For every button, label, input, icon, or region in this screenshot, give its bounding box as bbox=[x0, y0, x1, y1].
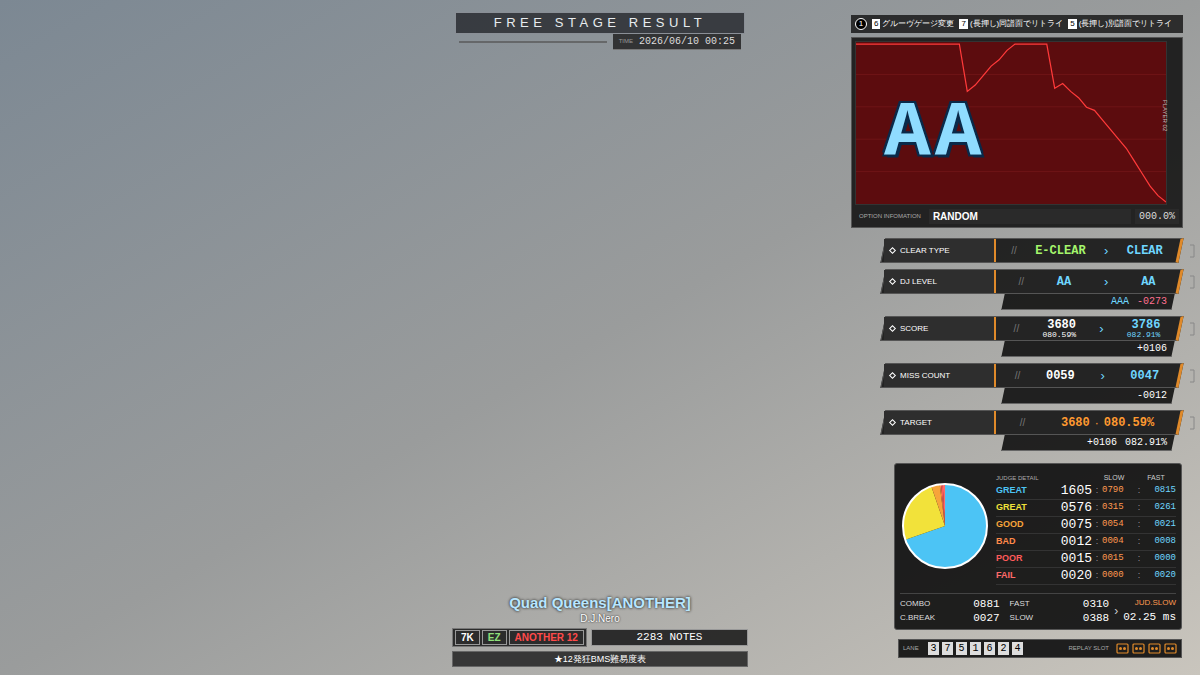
chart-tag: EZ bbox=[482, 630, 507, 645]
pie-slice bbox=[931, 484, 945, 526]
difficulty-table: ★12発狂BMS難易度表 bbox=[452, 651, 748, 667]
judge-row: POOR0015:0015:0000 bbox=[996, 551, 1176, 568]
row-diff: +0106 bbox=[1001, 341, 1174, 357]
diamond-icon bbox=[889, 419, 896, 426]
replay-slot-icon[interactable] bbox=[1164, 642, 1177, 655]
row-label: CLEAR TYPE bbox=[900, 245, 950, 257]
row-label: TARGET bbox=[900, 417, 932, 429]
lane-digit: 3 bbox=[928, 642, 939, 655]
result-row: MISS COUNT//0059›0047-0012 bbox=[851, 363, 1200, 404]
judge-row: GREAT0576:0315:0261 bbox=[996, 500, 1176, 517]
chart-tag: ANOTHER 12 bbox=[509, 630, 584, 645]
replay-slot-icon[interactable] bbox=[1132, 642, 1145, 655]
diamond-icon bbox=[889, 247, 896, 254]
judge-timing: JUD.SLOW02.25 ms bbox=[1123, 597, 1176, 626]
option-value: RANDOM bbox=[929, 209, 1131, 224]
target-value: 3680·080.59% bbox=[1061, 414, 1154, 432]
bracket-icon bbox=[1189, 369, 1195, 383]
judge-row: GREAT1605:0790:0815 bbox=[996, 483, 1176, 500]
pie-slice bbox=[941, 484, 945, 526]
row-diff: +0106082.91% bbox=[1001, 435, 1174, 451]
song-info: Quad Queens[ANOTHER]D.J.Nero 7KEZANOTHER … bbox=[452, 593, 748, 667]
lane-digit: 1 bbox=[970, 642, 981, 655]
option-label: OPTION INFOMATION bbox=[855, 212, 925, 221]
judge-row: GOOD0075:0054:0021 bbox=[996, 517, 1176, 534]
header-time: TIME2026/06/10 00:25 bbox=[613, 34, 741, 50]
pie-slice bbox=[940, 484, 945, 526]
player-badge: 1 bbox=[855, 18, 867, 30]
lane-digit: 5 bbox=[956, 642, 967, 655]
lane-digit: 4 bbox=[1012, 642, 1023, 655]
lane-bar: LANE3751624REPLAY SLOT bbox=[898, 639, 1182, 658]
diamond-icon bbox=[889, 325, 896, 332]
row-diff: AAA-0273 bbox=[1001, 294, 1174, 310]
lane-digit: 7 bbox=[942, 642, 953, 655]
result-row: CLEAR TYPE//E-CLEAR›CLEAR bbox=[851, 238, 1200, 263]
judge-row: BAD0012:0004:0008 bbox=[996, 534, 1176, 551]
replay-slot-icon[interactable] bbox=[1116, 642, 1129, 655]
key-hint: 7(長押し)同譜面でリトライ bbox=[959, 18, 1063, 30]
result-row: SCORE//3680080.59%›3786082.91%+0106 bbox=[851, 316, 1200, 357]
chart-tag: 7K bbox=[455, 630, 480, 645]
header-title: FREE STAGE RESULT bbox=[455, 12, 745, 34]
song-title: Quad Queens[ANOTHER] bbox=[509, 593, 691, 612]
result-row: TARGET//3680·080.59%+0106082.91% bbox=[851, 410, 1200, 451]
row-diff: -0012 bbox=[1001, 388, 1174, 404]
diamond-icon bbox=[889, 372, 896, 379]
judge-pie-chart bbox=[900, 481, 990, 571]
player-label: PLAYER 02 bbox=[1160, 100, 1169, 132]
judge-panel: JUDGE DETAILSLOWFASTGREAT1605:0790:0815G… bbox=[894, 463, 1182, 630]
lane-digit: 2 bbox=[998, 642, 1009, 655]
judge-stat: COMBO0881 bbox=[900, 597, 1000, 611]
key-hints: 1 6グルーヴゲージ変更 7(長押し)同譜面でリトライ 5(長押し)別譜面でリトライ bbox=[851, 15, 1183, 33]
row-label: SCORE bbox=[900, 323, 928, 335]
result-header: FREE STAGE RESULTTIME2026/06/10 00:25 bbox=[455, 12, 745, 50]
key-hint: 6グルーヴゲージ変更 bbox=[872, 18, 954, 30]
row-label: DJ LEVEL bbox=[900, 276, 937, 288]
arrow-icon: › bbox=[1104, 241, 1108, 261]
bracket-icon bbox=[1189, 416, 1195, 430]
arrow-icon: › bbox=[1100, 366, 1104, 386]
judge-stat: FAST0310 bbox=[1010, 597, 1110, 611]
result-row: DJ LEVEL//AA›AAAAA-0273 bbox=[851, 269, 1200, 310]
replay-slot-icon[interactable] bbox=[1148, 642, 1161, 655]
pie-slice bbox=[943, 484, 945, 526]
key-hint: 5(長押し)別譜面でリトライ bbox=[1068, 18, 1172, 30]
song-artist: D.J.Nero bbox=[580, 612, 619, 625]
judge-row: FAIL0020:0000:0020 bbox=[996, 568, 1176, 585]
arrow-icon: › bbox=[1099, 319, 1103, 339]
arrow-icon: › bbox=[1104, 272, 1108, 292]
bracket-icon bbox=[1189, 244, 1195, 258]
lane-digit: 6 bbox=[984, 642, 995, 655]
judge-stat: SLOW0388 bbox=[1010, 611, 1110, 625]
result-panel: 1 6グルーヴゲージ変更 7(長押し)同譜面でリトライ 5(長押し)別譜面でリトライ A… bbox=[848, 0, 1200, 675]
bracket-icon bbox=[1189, 275, 1195, 289]
gauge-line bbox=[856, 44, 1166, 202]
gauge-panel: AA PLAYER 02 OPTION INFOMATION RANDOM 000.0% bbox=[851, 37, 1183, 228]
option-rate: 000.0% bbox=[1135, 209, 1179, 224]
diamond-icon bbox=[889, 278, 896, 285]
rank-label: AA bbox=[884, 94, 986, 174]
result-screen: FREE STAGE RESULTTIME2026/06/10 00:25 Qua… bbox=[0, 0, 1200, 675]
bracket-icon bbox=[1189, 322, 1195, 336]
judge-stat: C.BREAK0027 bbox=[900, 611, 1000, 625]
note-count: 2283 NOTES bbox=[591, 629, 748, 646]
row-label: MISS COUNT bbox=[900, 370, 950, 382]
